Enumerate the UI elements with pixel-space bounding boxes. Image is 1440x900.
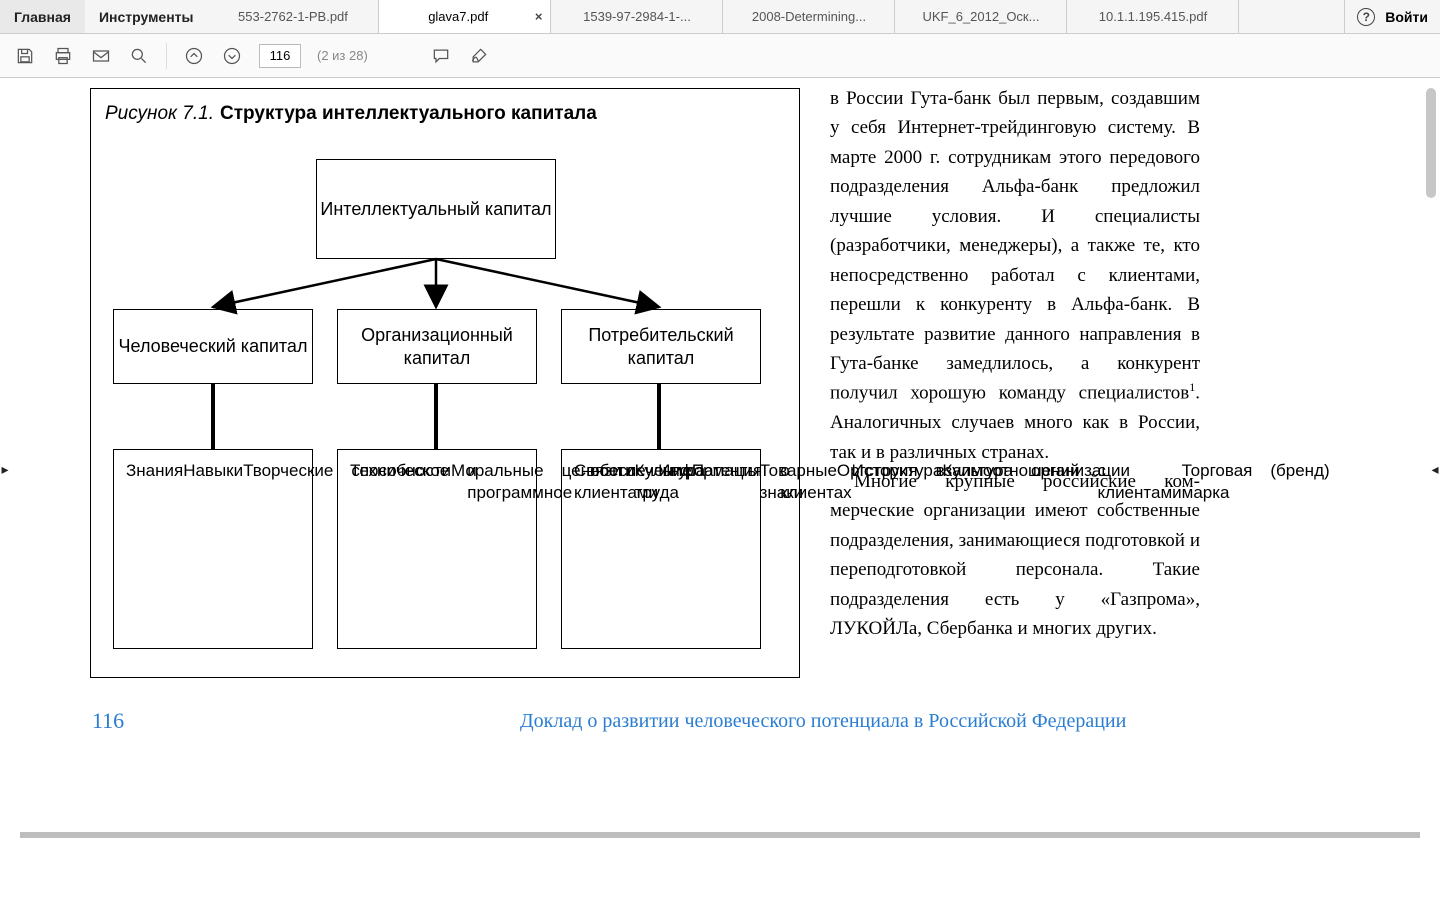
- diagram-list-item: (бренд): [1252, 460, 1329, 482]
- diagram-list-item: Знания: [126, 460, 183, 482]
- login-button[interactable]: Войти: [1385, 9, 1428, 25]
- diagram-list-1: ЗнанияНавыкиТворческиеспособностиМоральн…: [113, 449, 313, 649]
- tab-label: UKF_6_2012_Оск...: [903, 9, 1058, 24]
- page-number: 116: [92, 708, 124, 734]
- figure-title: Структура интеллектуального капитала: [220, 103, 597, 125]
- menubar: Главная Инструменты 553-2762-1-PB.pdf gla…: [0, 0, 1440, 34]
- page-divider: [20, 832, 1420, 838]
- diagram-list-item: Навыки: [183, 460, 243, 482]
- menu-tools[interactable]: Инструменты: [85, 0, 208, 33]
- left-panel-toggle[interactable]: ▸: [0, 458, 10, 480]
- diagram-head-2: Организационный капитал: [337, 309, 537, 384]
- menu-home[interactable]: Главная: [0, 0, 85, 33]
- page-number-input[interactable]: [259, 44, 301, 68]
- comment-icon[interactable]: [430, 45, 452, 67]
- body-text: в России Гута-банк был первым, со­здавши…: [830, 84, 1200, 644]
- right-panel-toggle[interactable]: ◂: [1430, 458, 1440, 480]
- page-down-icon[interactable]: [221, 45, 243, 67]
- tabstrip: 553-2762-1-PB.pdf glava7.pdf × 1539-97-2984…: [207, 0, 1344, 33]
- diagram-head-3: Потребительский капитал: [561, 309, 761, 384]
- figure-7-1: Рисунок 7.1. Структура интеллектуального…: [90, 88, 800, 678]
- diagram-list-item: Связи с клиентами: [574, 460, 658, 504]
- tab-4[interactable]: UKF_6_2012_Оск...: [895, 0, 1067, 33]
- diagram-head-1: Человеческий капитал: [113, 309, 313, 384]
- tab-label: 2008-Determining...: [731, 9, 886, 24]
- scrollbar-thumb[interactable]: [1426, 88, 1436, 198]
- mail-icon[interactable]: [90, 45, 112, 67]
- page-count-label: (2 из 28): [317, 48, 368, 63]
- document-viewer[interactable]: ▸ ◂ Рисунок 7.1. Структура интеллектуаль…: [0, 78, 1440, 900]
- paragraph-2: Многие крупные российские ком­мерческие …: [830, 467, 1200, 644]
- paragraph-1: в России Гута-банк был первым, со­здавши…: [830, 84, 1200, 467]
- tab-1[interactable]: glava7.pdf ×: [379, 0, 551, 33]
- diagram-list-item: Информация: [658, 460, 762, 482]
- close-icon[interactable]: ×: [535, 9, 543, 24]
- tab-5[interactable]: 10.1.1.195.415.pdf: [1067, 0, 1239, 33]
- tab-label: glava7.pdf: [387, 9, 528, 24]
- diagram-root: Интеллектуальный капитал: [316, 159, 556, 259]
- help-icon[interactable]: ?: [1357, 8, 1375, 26]
- separator: [166, 43, 167, 69]
- diagram-list-item: и программное: [449, 460, 572, 504]
- tab-label: 1539-97-2984-1-...: [559, 9, 714, 24]
- diagram-list-item: Техническое: [350, 460, 449, 482]
- tab-0[interactable]: 553-2762-1-PB.pdf: [207, 0, 379, 33]
- print-icon[interactable]: [52, 45, 74, 67]
- tab-label: 10.1.1.195.415.pdf: [1075, 9, 1230, 24]
- tab-2[interactable]: 1539-97-2984-1-...: [551, 0, 723, 33]
- diagram-list-3: Связи с клиентамиИнформацияо клиентахИст…: [561, 449, 761, 649]
- figure-number: Рисунок 7.1.: [105, 103, 214, 125]
- page-up-icon[interactable]: [183, 45, 205, 67]
- running-footer: Доклад о развитии человеческого потенциа…: [520, 710, 1126, 733]
- sign-icon[interactable]: [468, 45, 490, 67]
- tab-label: 553-2762-1-PB.pdf: [215, 9, 370, 24]
- tab-3[interactable]: 2008-Determining...: [723, 0, 895, 33]
- toolbar: (2 из 28): [0, 34, 1440, 78]
- diagram-list-2: Техническоеи программноеобеспечениеПатен…: [337, 449, 537, 649]
- diagram-list-item: Творческие: [243, 460, 333, 482]
- save-icon[interactable]: [14, 45, 36, 67]
- figure-caption: Рисунок 7.1. Структура интеллектуального…: [105, 103, 597, 125]
- search-icon[interactable]: [128, 45, 150, 67]
